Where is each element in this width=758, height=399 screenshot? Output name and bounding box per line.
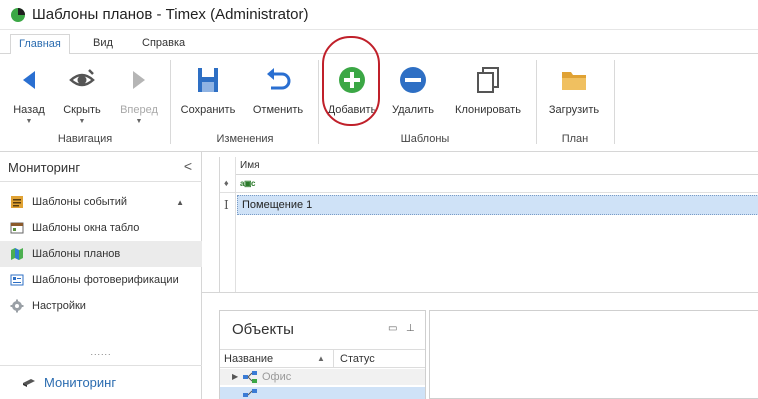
templates-grid: Имя ♦ a▣c I Помещение 1 bbox=[219, 157, 758, 292]
arrow-left-icon bbox=[23, 71, 35, 89]
auto-filter-row[interactable]: ♦ a▣c bbox=[220, 175, 758, 193]
sidebar-footer-monitoring[interactable]: Мониторинг bbox=[0, 365, 202, 399]
delete-label: Удалить bbox=[392, 104, 434, 116]
menu-tabs: Главная Вид Справка bbox=[0, 30, 758, 55]
group-label-templates: Шаблоны bbox=[400, 133, 450, 145]
delete-button[interactable]: Удалить bbox=[384, 60, 442, 122]
ribbon-separator bbox=[614, 60, 615, 144]
tree-row[interactable]: ▶ Офис bbox=[220, 369, 425, 385]
sidebar: Мониторинг < Шаблоны событий ▲ Шаблоны о… bbox=[0, 152, 202, 399]
sort-ascending-icon: ▲ bbox=[317, 354, 325, 363]
table-row[interactable]: I Помещение 1 bbox=[220, 195, 758, 215]
undo-icon bbox=[267, 68, 291, 90]
board-templates-icon bbox=[10, 222, 24, 234]
timex-logo-icon bbox=[11, 7, 25, 22]
undo-button[interactable]: Отменить bbox=[246, 60, 310, 122]
load-button[interactable]: Загрузить bbox=[542, 60, 606, 122]
sidebar-splitter-grip[interactable]: ...... bbox=[0, 347, 202, 357]
sidebar-item-event-templates[interactable]: Шаблоны событий ▲ bbox=[0, 189, 202, 215]
back-label: Назад bbox=[13, 104, 45, 116]
undo-label: Отменить bbox=[252, 104, 304, 116]
objects-panel-title: Объекты bbox=[232, 321, 294, 338]
sidebar-header: Мониторинг < bbox=[0, 152, 202, 182]
column-header-name[interactable]: Имя bbox=[236, 157, 758, 175]
save-button[interactable]: Сохранить bbox=[176, 60, 240, 122]
back-button[interactable]: Назад ▼ bbox=[8, 60, 50, 125]
forward-dropdown-caret: ▼ bbox=[135, 118, 143, 125]
group-label-changes: Изменения bbox=[216, 133, 274, 145]
tree-row[interactable] bbox=[220, 387, 425, 399]
name-cell-editor[interactable]: Помещение 1 bbox=[237, 195, 758, 215]
plan-canvas[interactable] bbox=[429, 310, 758, 399]
sidebar-item-settings[interactable]: Настройки bbox=[0, 293, 202, 319]
sidebar-item-label: Шаблоны планов bbox=[32, 248, 121, 260]
clone-button[interactable]: Клонировать bbox=[448, 60, 528, 122]
column-header-status[interactable]: Статус bbox=[333, 350, 381, 367]
tab-view[interactable]: Вид bbox=[85, 34, 121, 55]
sidebar-title: Мониторинг bbox=[8, 160, 81, 175]
sidebar-footer-label: Мониторинг bbox=[44, 375, 117, 390]
title-bar: Шаблоны планов - Timex (Administrator) bbox=[0, 0, 758, 30]
clone-icon bbox=[477, 67, 499, 93]
collapse-chevron-icon[interactable]: < bbox=[184, 158, 192, 174]
group-label-navigation: Навигация bbox=[57, 133, 113, 145]
object-tree-icon bbox=[243, 371, 257, 383]
sidebar-item-photo-verification[interactable]: Шаблоны фотоверификации bbox=[0, 267, 202, 293]
group-label-plan: План bbox=[561, 133, 589, 145]
window-title: Шаблоны планов - Timex (Administrator) bbox=[32, 6, 309, 23]
expand-caret-icon[interactable]: ▲ bbox=[176, 198, 184, 207]
hide-dropdown-caret: ▼ bbox=[78, 118, 86, 125]
eye-hide-icon bbox=[69, 69, 95, 87]
expand-arrow-icon[interactable]: ▶ bbox=[232, 372, 238, 381]
sidebar-item-label: Шаблоны событий bbox=[32, 196, 127, 208]
monitor-icon bbox=[23, 378, 35, 387]
maximize-icon[interactable]: ▭ bbox=[388, 323, 397, 334]
hide-button[interactable]: Скрыть ▼ bbox=[54, 60, 110, 125]
ribbon-separator bbox=[170, 60, 171, 144]
settings-icon bbox=[10, 299, 24, 313]
photo-verification-icon bbox=[10, 274, 24, 286]
add-button-highlight-ring bbox=[322, 36, 380, 126]
column-header-title[interactable]: Название bbox=[224, 353, 273, 365]
ribbon-separator bbox=[536, 60, 537, 144]
sidebar-item-plan-templates[interactable]: Шаблоны планов bbox=[0, 241, 202, 267]
pin-icon[interactable]: ⊥ bbox=[406, 323, 415, 334]
tab-help[interactable]: Справка bbox=[134, 34, 193, 55]
arrow-right-icon bbox=[133, 71, 145, 89]
panel-divider[interactable] bbox=[202, 292, 758, 293]
save-label: Сохранить bbox=[180, 104, 236, 116]
forward-label: Вперед bbox=[120, 104, 158, 116]
abc-text-filter-icon[interactable]: a▣c bbox=[240, 179, 255, 188]
forward-button[interactable]: Вперед ▼ bbox=[112, 60, 166, 125]
sidebar-item-label: Настройки bbox=[32, 300, 86, 312]
objects-columns-header: Название ▲ Статус bbox=[220, 349, 425, 368]
sidebar-item-board-templates[interactable]: Шаблоны окна табло bbox=[0, 215, 202, 241]
folder-open-icon bbox=[562, 72, 586, 90]
hide-label: Скрыть bbox=[63, 104, 101, 116]
load-label: Загрузить bbox=[548, 104, 600, 116]
save-icon bbox=[198, 68, 218, 92]
sidebar-item-label: Шаблоны фотоверификации bbox=[32, 274, 179, 286]
object-tree-icon bbox=[243, 389, 257, 397]
sidebar-item-label: Шаблоны окна табло bbox=[32, 222, 140, 234]
filter-pin-icon: ♦ bbox=[224, 178, 229, 188]
event-templates-icon bbox=[11, 196, 23, 208]
text-cursor-icon: I bbox=[224, 198, 229, 212]
ribbon-separator bbox=[318, 60, 319, 144]
tab-home[interactable]: Главная bbox=[10, 34, 70, 55]
plan-templates-icon bbox=[11, 248, 23, 260]
tree-row-label: Офис bbox=[262, 371, 292, 383]
objects-panel: Объекты ▭ ⊥ Название ▲ Статус ▶ Офис bbox=[219, 310, 426, 399]
remove-circle-icon bbox=[400, 67, 426, 93]
clone-label: Клонировать bbox=[455, 104, 521, 116]
back-dropdown-caret: ▼ bbox=[25, 118, 33, 125]
